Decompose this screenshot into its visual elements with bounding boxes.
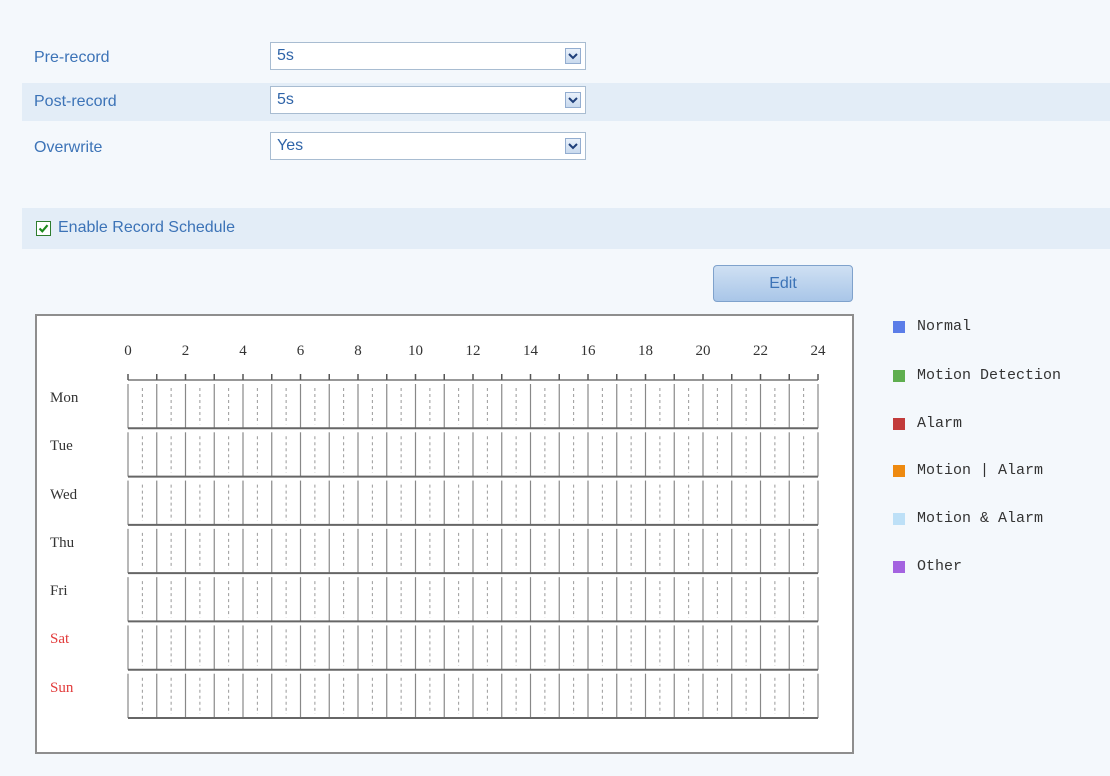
day-label-fri: Fri	[50, 583, 68, 600]
legend-label: Motion & Alarm	[917, 510, 1044, 527]
hour-label-12: 12	[465, 343, 481, 359]
legend-swatch	[893, 513, 905, 525]
day-label-mon: Mon	[50, 390, 79, 406]
legend-swatch	[893, 561, 905, 573]
post-record-row: Post-record 5s	[22, 83, 1110, 121]
day-label-sun: Sun	[50, 679, 74, 696]
hour-label-14: 14	[523, 343, 538, 359]
hour-label-24: 24	[810, 343, 826, 359]
day-label-thu: Thu	[50, 534, 75, 551]
chevron-down-icon[interactable]	[565, 92, 581, 108]
hour-label-16: 16	[580, 343, 596, 359]
post-record-select[interactable]: 5s	[270, 86, 586, 114]
day-label-wed: Wed	[50, 486, 78, 503]
legend-label: Motion Detection	[917, 367, 1062, 384]
enable-schedule-checkbox[interactable]	[36, 221, 51, 236]
chevron-down-icon[interactable]	[565, 48, 581, 64]
pre-record-label: Pre-record	[34, 49, 110, 66]
legend-label: Other	[917, 558, 963, 575]
legend-swatch	[893, 465, 905, 477]
post-record-value: 5s	[277, 91, 294, 108]
chevron-down-icon[interactable]	[565, 138, 581, 154]
legend-swatch	[893, 418, 905, 430]
day-label-sat: Sat	[50, 631, 70, 648]
overwrite-select[interactable]: Yes	[270, 132, 586, 160]
enable-schedule-label: Enable Record Schedule	[58, 219, 236, 236]
pre-record-select[interactable]: 5s	[270, 42, 586, 70]
hour-label-22: 22	[753, 343, 768, 359]
enable-schedule-row: Enable Record Schedule	[22, 208, 1110, 249]
legend-swatch	[893, 321, 905, 333]
hour-label-18: 18	[638, 343, 653, 359]
legend-swatch	[893, 370, 905, 382]
schedule-panel	[35, 314, 854, 754]
pre-record-row: Pre-record 5s	[22, 39, 1110, 77]
overwrite-row: Overwrite Yes	[22, 129, 1110, 167]
checkmark-icon	[38, 224, 49, 233]
hour-label-0: 0	[124, 343, 132, 359]
legend-label: Motion | Alarm	[917, 462, 1044, 479]
legend-label: Alarm	[917, 415, 963, 432]
edit-button[interactable]: Edit	[713, 265, 853, 302]
hour-label-4: 4	[239, 343, 247, 359]
hour-label-2: 2	[181, 343, 190, 359]
pre-record-value: 5s	[277, 47, 294, 64]
day-label-tue: Tue	[50, 438, 73, 455]
legend-label: Normal	[917, 318, 972, 335]
post-record-label: Post-record	[34, 93, 117, 110]
overwrite-value: Yes	[277, 137, 304, 154]
hour-label-20: 20	[695, 343, 711, 359]
hour-label-8: 8	[354, 343, 362, 359]
overwrite-label: Overwrite	[34, 139, 103, 156]
hour-label-6: 6	[296, 343, 305, 359]
hour-label-10: 10	[408, 343, 423, 359]
